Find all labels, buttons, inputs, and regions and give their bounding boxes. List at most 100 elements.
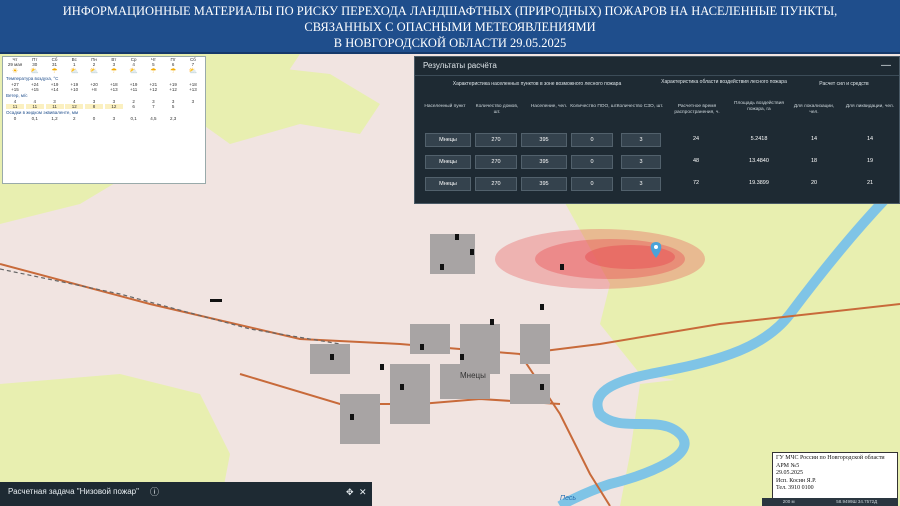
- collapse-button[interactable]: —: [881, 57, 891, 75]
- results-title: Результаты расчёта: [423, 61, 497, 70]
- temp-low: +13: [189, 87, 197, 92]
- table-cell: 0: [571, 177, 613, 191]
- col-houses: Количество домов, шт.: [475, 104, 519, 115]
- precip-value: 1,2: [51, 116, 58, 121]
- wind-gust: 11: [45, 104, 64, 109]
- precip-value: 4,5: [150, 116, 157, 121]
- scale-label: 200 м: [782, 499, 795, 504]
- col-area: Площадь воздействия пожара, га: [734, 101, 784, 112]
- wind-gust: 12: [65, 104, 84, 109]
- move-icon[interactable]: ✥: [346, 482, 354, 502]
- header-line-3: В НОВГОРОДСКОЙ ОБЛАСТИ 29.05.2025: [333, 36, 567, 50]
- precip-value: 2,3: [169, 116, 177, 121]
- table-cell: 20: [810, 180, 818, 186]
- col-spread-time: Расчетное время распространения, ч.: [674, 104, 720, 115]
- wind-gust: 11: [25, 104, 44, 109]
- table-cell: 0: [571, 133, 613, 147]
- temp-low: +13: [110, 87, 118, 92]
- table-cell: 395: [521, 133, 567, 147]
- task-bar[interactable]: Расчетная задача "Низовой пожар" ⓘ ✥ ✕: [0, 482, 372, 506]
- rain-icon: ☂: [110, 68, 117, 75]
- table-cell: 270: [475, 155, 517, 169]
- sun-cloud-icon: ⛅: [89, 68, 99, 75]
- col-localization: Для локализации, чел.: [793, 104, 835, 115]
- wind-gust: [184, 104, 202, 109]
- temp-low: +15: [11, 87, 19, 92]
- group-header-fire-area: Характеристика области воздействия лесно…: [661, 79, 787, 85]
- table-cell: 14: [810, 136, 818, 142]
- col-liquidation: Для ликвидации, чел.: [845, 104, 895, 109]
- col-population: Население, чел.: [530, 104, 568, 109]
- village-label: Мнецы: [460, 371, 486, 380]
- author-stamp: ГУ МЧС России по Новгородской области АР…: [772, 452, 898, 499]
- temp-low: +12: [169, 87, 177, 92]
- fire-zone-24h: [585, 245, 675, 269]
- page-header: ИНФОРМАЦИОННЫЕ МАТЕРИАЛЫ ПО РИСКУ ПЕРЕХО…: [0, 0, 900, 54]
- header-line-2: СВЯЗАННЫХ С ОПАСНЫМИ МЕТЕОЯВЛЕНИЯМИ: [304, 20, 596, 34]
- precip-value: 0,1: [31, 116, 38, 121]
- weather-forecast-panel: Чт Пт Сб Вс Пн Вт Ср Чт Пт Сб 29 мая 30 …: [2, 56, 206, 184]
- precip-row: 0 0,1 1,2 2 0 3 0,1 4,5 2,3: [3, 116, 205, 121]
- temp-low: +11: [129, 87, 138, 92]
- results-panel: Результаты расчёта — Характеристика насе…: [414, 56, 900, 204]
- table-cell: 48: [692, 158, 700, 164]
- col-settlement: Населенный пункт: [424, 104, 466, 109]
- table-cell: 5.2418: [750, 136, 768, 142]
- table-cell: 0: [571, 155, 613, 169]
- precip-value: [184, 116, 202, 121]
- group-header-settlements: Характеристика населенных пунктов в зоне…: [452, 81, 622, 87]
- sun-cloud-icon: ⛅: [129, 68, 138, 75]
- wind-gust: 7: [152, 104, 155, 109]
- rain-icon: ☂: [150, 68, 157, 75]
- table-cell: 19: [866, 158, 874, 164]
- temp-label: Температура воздуха, °С: [6, 76, 59, 81]
- group-header-forces: Расчет сил и средств: [819, 81, 869, 87]
- wind-gust: 12: [104, 104, 123, 109]
- col-poo: Количество ПОО, шт.: [570, 104, 618, 109]
- wind-label: Ветер, м/с: [6, 93, 28, 98]
- task-label: Расчетная задача "Низовой пожар": [8, 487, 139, 496]
- wind-gust: 5: [171, 104, 175, 109]
- map-status-bar: 200 м 58.9499Ш 34.7572Д: [762, 498, 898, 506]
- table-cell: Мнецы: [425, 177, 471, 191]
- table-cell: 270: [475, 177, 517, 191]
- precip-value: 0: [92, 116, 96, 121]
- results-title-bar: Результаты расчёта —: [415, 57, 899, 76]
- stamp-author: Исп. Косин Я.Р.: [776, 477, 817, 484]
- wind-gust: 8: [85, 104, 104, 109]
- table-cell: 21: [866, 180, 874, 186]
- table-cell: 24: [692, 136, 700, 142]
- table-cell: 395: [521, 177, 567, 191]
- table-cell: 3: [621, 177, 661, 191]
- temp-low: +10: [70, 87, 79, 92]
- stamp-org: ГУ МЧС России по Новгородской области: [776, 455, 885, 461]
- stamp-workstation: АРМ №5: [776, 462, 800, 469]
- stamp-phone: Тел. 3910 0100: [776, 485, 814, 491]
- weather-icons-row: ☀ ⛅ ☂ ⛅ ⛅ ☂ ⛅ ☂ ☂ ⛅: [3, 67, 205, 75]
- rain-icon: ☂: [169, 68, 177, 75]
- temp-low: +14: [50, 87, 59, 92]
- wind-gust: 11: [6, 104, 24, 109]
- table-cell: 3: [621, 155, 661, 169]
- precip-label: Осадки в жидком эквиваленте, мм: [6, 110, 79, 115]
- table-cell: Мнецы: [425, 155, 471, 169]
- header-line-1: ИНФОРМАЦИОННЫЕ МАТЕРИАЛЫ ПО РИСКУ ПЕРЕХО…: [62, 4, 838, 18]
- info-icon[interactable]: ⓘ: [150, 482, 159, 502]
- table-cell: Мнецы: [425, 133, 471, 147]
- precip-value: 2: [73, 116, 76, 121]
- temp-low-row: +15 +15 +14 +10 +8 +13 +11 +12 +12 +13: [3, 87, 205, 92]
- river-label: Песь: [560, 495, 576, 502]
- close-icon[interactable]: ✕: [359, 482, 367, 502]
- temp-low: +12: [149, 87, 158, 92]
- wind-gust: 6: [132, 104, 135, 109]
- table-cell: 19.3899: [749, 180, 769, 186]
- col-szo: Количество СЗО, шт.: [616, 104, 664, 109]
- temp-low: +15: [30, 87, 39, 92]
- table-cell: 72: [692, 180, 700, 186]
- sun-cloud-icon: ⛅: [188, 68, 198, 75]
- table-cell: 395: [521, 155, 567, 169]
- temp-low: +8: [91, 87, 97, 92]
- stamp-date: 29.05.2025: [776, 470, 803, 476]
- precip-value: 0,1: [130, 116, 137, 121]
- gust-row: 11 11 11 12 8 12 6 7 5: [3, 104, 205, 109]
